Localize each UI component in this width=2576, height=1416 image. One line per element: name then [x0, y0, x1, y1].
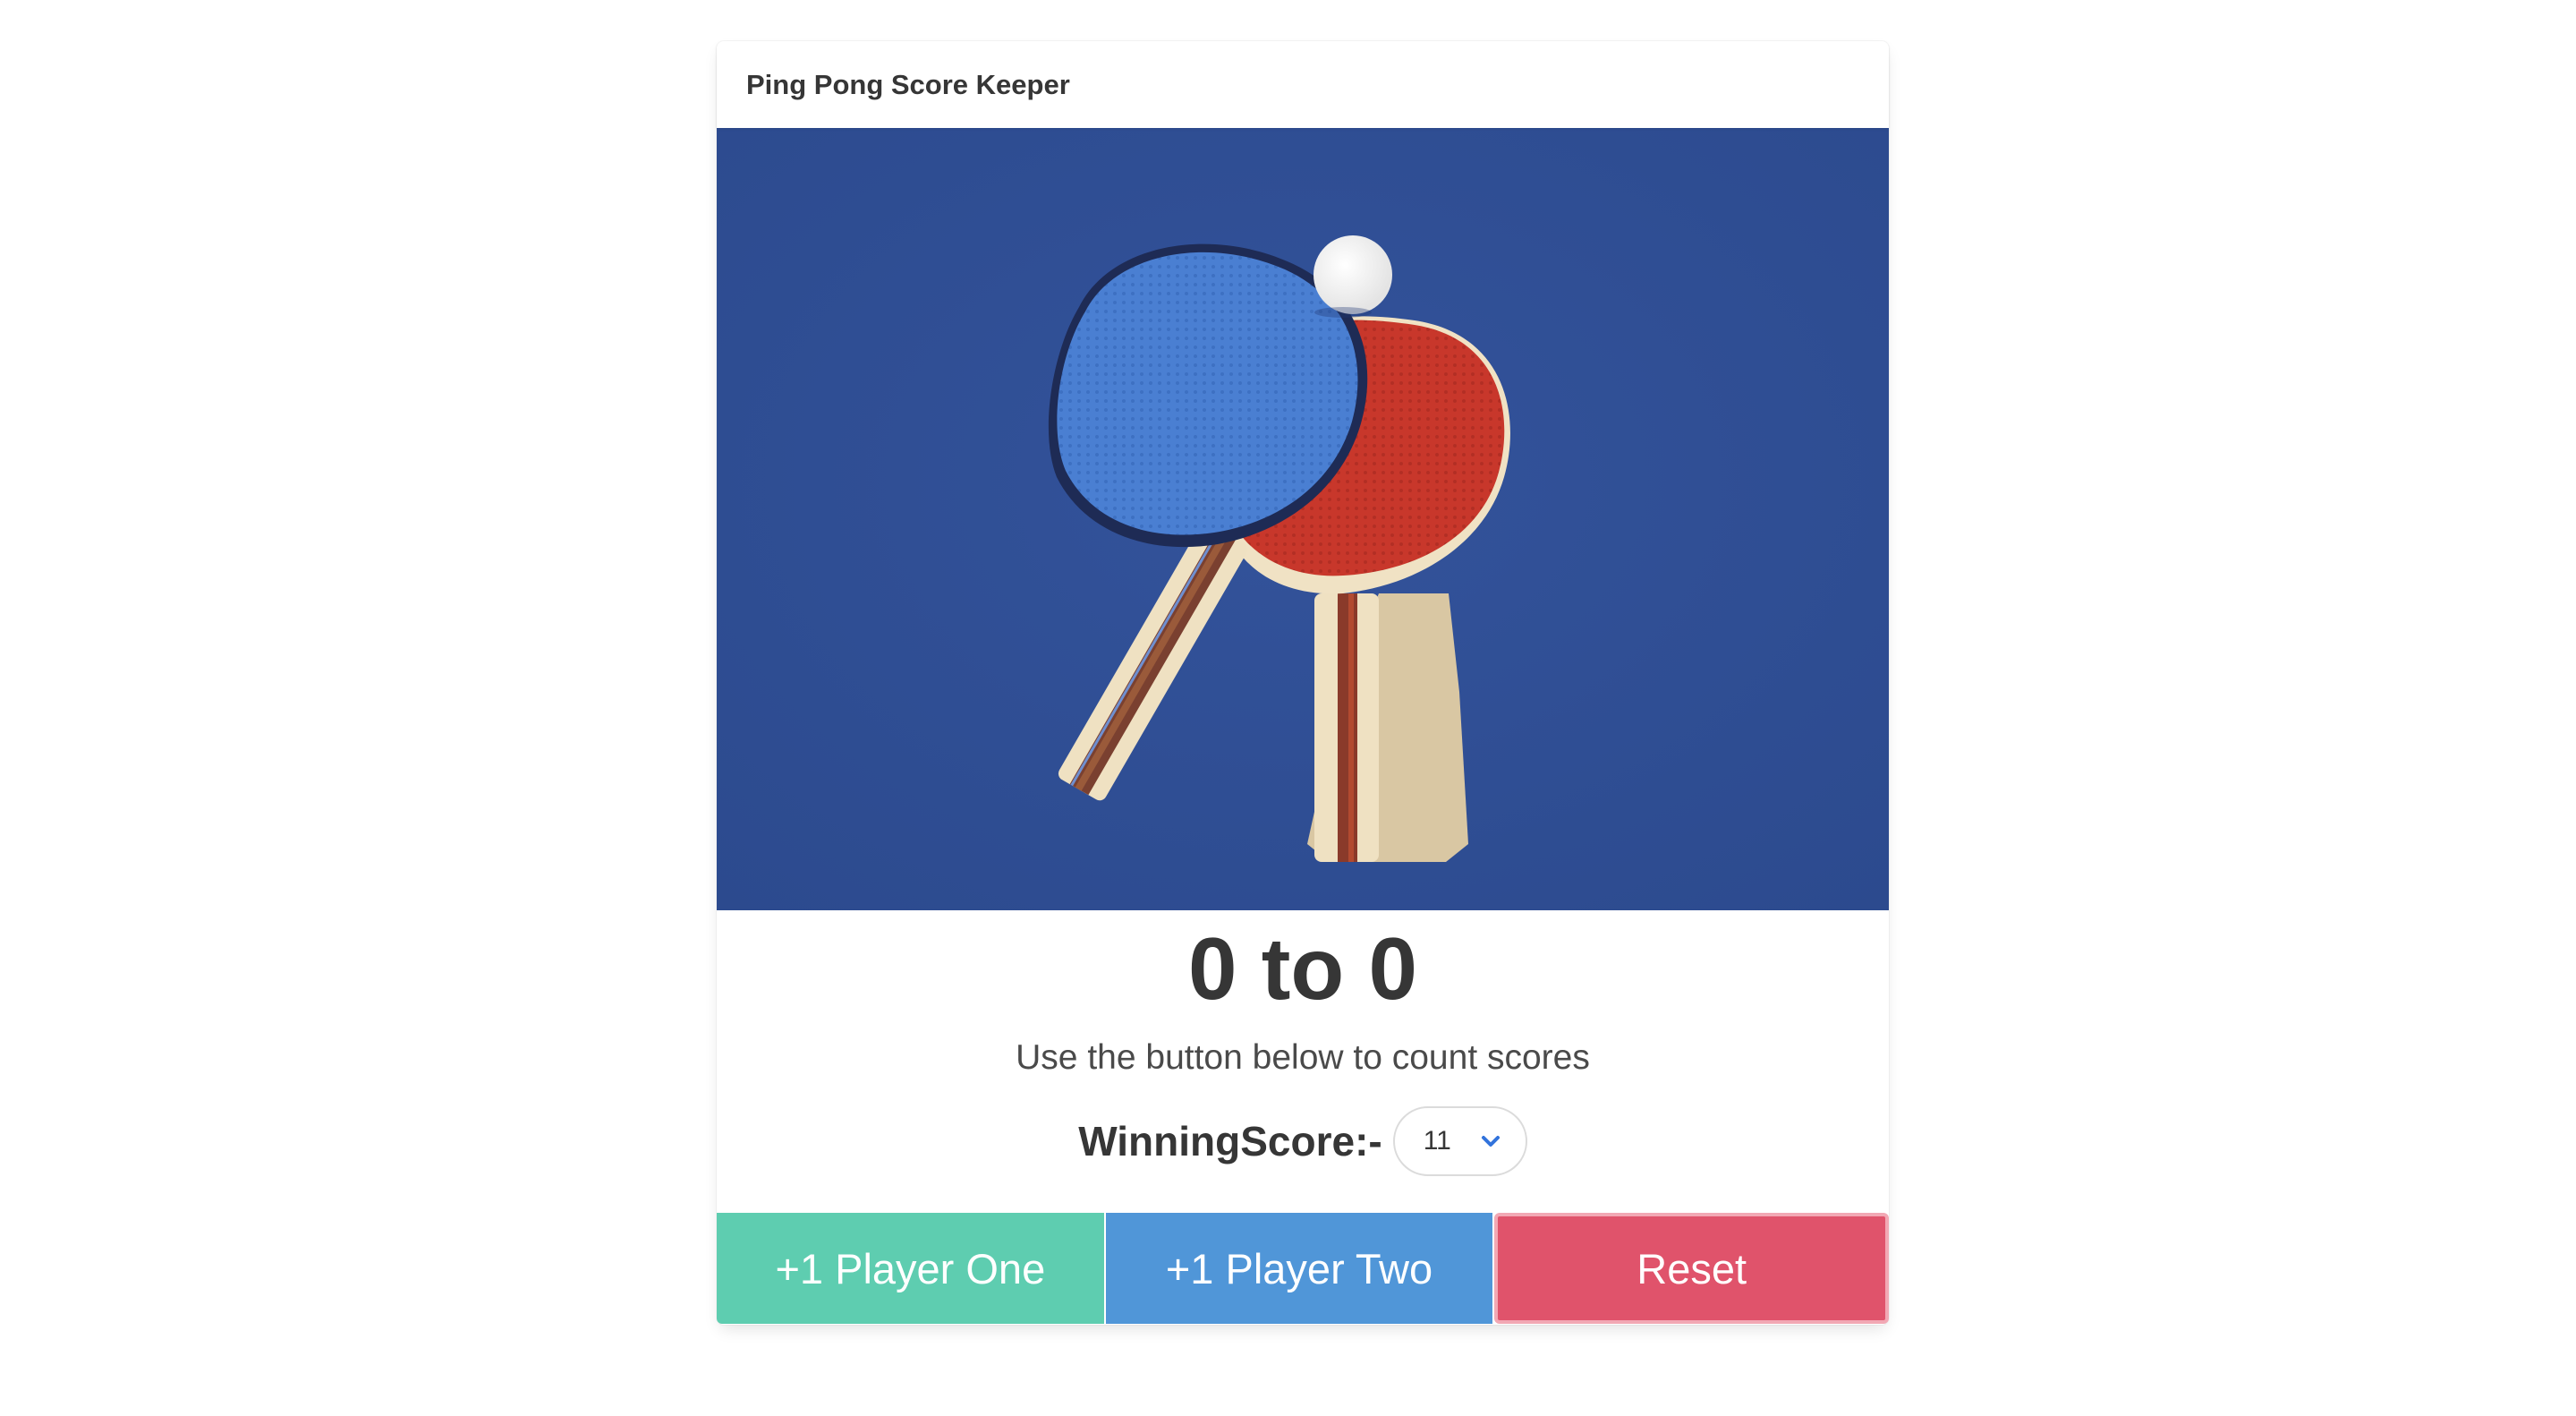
instructions-text: Use the button below to count scores [1016, 1038, 1590, 1077]
card-header: Ping Pong Score Keeper [717, 41, 1889, 128]
player-two-button[interactable]: +1 Player Two [1105, 1213, 1493, 1324]
winning-score-label: WinningScore:- [1078, 1118, 1382, 1164]
winning-score-select[interactable]: 11 [1392, 1106, 1527, 1176]
chevron-down-icon [1481, 1136, 1500, 1147]
button-row: +1 Player One +1 Player Two Reset [717, 1213, 1890, 1324]
ping-pong-paddles-image [717, 128, 1889, 910]
winning-score-row: WinningScore:- 11 [717, 1105, 1889, 1177]
reset-button[interactable]: Reset [1494, 1213, 1890, 1324]
score-keeper-card: Ping Pong Score Keeper 0 to 0 Use the bu… [717, 41, 1890, 1325]
score-display: 0 to 0 [1188, 919, 1417, 1018]
winning-score-value: 11 [1423, 1126, 1451, 1156]
card-title: Ping Pong Score Keeper [746, 68, 1070, 100]
score-content: 0 to 0 Use the button below to count sco… [717, 910, 1889, 1177]
player-one-button[interactable]: +1 Player One [717, 1213, 1104, 1324]
